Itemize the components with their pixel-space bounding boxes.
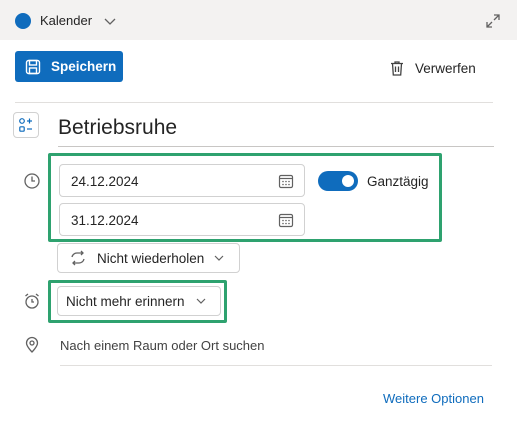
location-pin-icon bbox=[25, 336, 39, 353]
reminder-dropdown[interactable]: Nicht mehr erinnern bbox=[57, 286, 221, 316]
chevron-down-icon bbox=[214, 255, 224, 261]
all-day-label: Ganztägig bbox=[367, 174, 429, 189]
location-search-input[interactable]: Nach einem Raum oder Ort suchen bbox=[60, 338, 264, 353]
chevron-down-icon bbox=[196, 298, 205, 304]
repeat-dropdown[interactable]: Nicht wiederholen bbox=[57, 243, 240, 273]
repeat-icon bbox=[71, 250, 85, 266]
event-title-input[interactable]: Betriebsruhe bbox=[58, 116, 177, 140]
toolbar-divider bbox=[15, 102, 493, 103]
save-button-label: Speichern bbox=[51, 59, 117, 74]
start-date-field[interactable]: 24.12.2024 bbox=[59, 164, 305, 197]
alarm-clock-icon bbox=[25, 293, 39, 309]
reminder-dropdown-label: Nicht mehr erinnern bbox=[66, 293, 185, 309]
toggle-knob bbox=[342, 175, 354, 187]
location-underline bbox=[60, 365, 492, 366]
calendar-selector-label[interactable]: Kalender bbox=[40, 13, 92, 28]
chevron-down-icon[interactable] bbox=[102, 13, 118, 29]
title-underline bbox=[58, 146, 494, 147]
floppy-disk-icon bbox=[25, 59, 41, 74]
calendar-icon[interactable] bbox=[278, 212, 294, 228]
start-date-value: 24.12.2024 bbox=[71, 174, 139, 189]
discard-button-label: Verwerfen bbox=[415, 60, 476, 76]
expand-diagonal-icon[interactable] bbox=[484, 12, 502, 30]
calendar-icon[interactable] bbox=[278, 173, 294, 189]
category-icon[interactable] bbox=[13, 112, 39, 138]
more-options-link[interactable]: Weitere Optionen bbox=[383, 391, 484, 406]
title-bar: Kalender bbox=[0, 0, 517, 40]
save-button[interactable]: Speichern bbox=[15, 51, 123, 82]
discard-button[interactable]: Verwerfen bbox=[388, 57, 476, 79]
all-day-toggle[interactable] bbox=[318, 171, 358, 191]
repeat-dropdown-label: Nicht wiederholen bbox=[97, 250, 205, 266]
end-date-field[interactable]: 31.12.2024 bbox=[59, 203, 305, 236]
clock-icon bbox=[24, 173, 40, 189]
trash-icon bbox=[391, 61, 403, 76]
calendar-color-dot[interactable] bbox=[15, 13, 31, 29]
end-date-value: 31.12.2024 bbox=[71, 213, 139, 228]
